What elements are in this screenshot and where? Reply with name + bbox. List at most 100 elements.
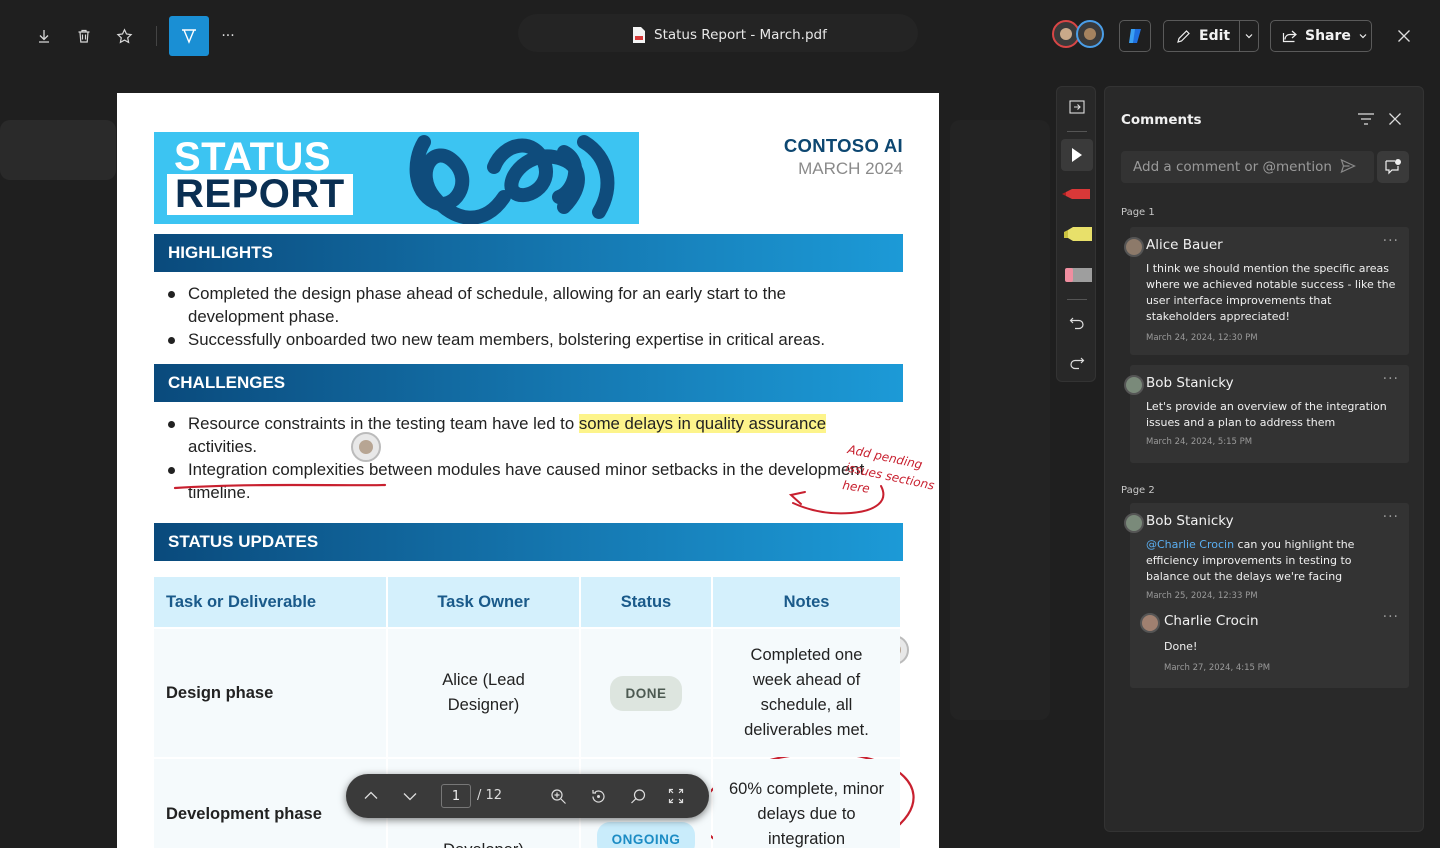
filter-icon <box>1358 113 1374 125</box>
zoom-in-icon <box>550 788 566 804</box>
comment-author: Alice Bauer <box>1146 237 1223 253</box>
reply-text: Done! <box>1164 640 1198 653</box>
page-number-input[interactable]: 1 <box>441 784 471 808</box>
table-header: Notes <box>713 577 900 627</box>
annotation-toolbar <box>1056 86 1096 382</box>
challenges-list: Resource constraints in the testing team… <box>165 412 865 504</box>
table-cell: Alice (Lead Designer) <box>388 629 579 757</box>
rotate-icon <box>591 789 605 803</box>
status-badge: ONGOING <box>596 822 696 848</box>
document-title: Status Report - March.pdf <box>632 26 827 44</box>
search-icon <box>630 788 645 803</box>
share-icon <box>1282 30 1297 43</box>
status-badge: DONE <box>610 675 682 711</box>
list-item: Completed the design phase ahead of sche… <box>165 282 885 328</box>
eraser-icon <box>1065 268 1092 282</box>
redo-icon <box>1070 357 1085 370</box>
redo-button[interactable] <box>1061 347 1093 379</box>
comment-author: Bob Stanicky <box>1146 375 1234 391</box>
page-total: / 12 <box>477 788 503 803</box>
avatar <box>1124 513 1144 533</box>
comment-timestamp: March 24, 2024, 5:15 PM <box>1146 437 1253 447</box>
collapse-panel-button[interactable] <box>1061 91 1093 123</box>
rotate-button[interactable] <box>586 784 610 808</box>
status-updates-header: STATUS UPDATES <box>154 523 903 561</box>
table-header: Task Owner <box>388 577 579 627</box>
new-comment-button[interactable] <box>1377 151 1409 183</box>
send-comment-button[interactable] <box>1340 158 1358 176</box>
pdf-navigation-bar: 1 / 12 <box>346 774 709 818</box>
table-cell: Design phase <box>154 629 386 757</box>
close-comments-button[interactable] <box>1388 111 1408 129</box>
select-tool-button[interactable] <box>1061 139 1093 171</box>
copilot-icon <box>1129 29 1141 43</box>
add-comment-input[interactable]: Add a comment or @mention <box>1121 151 1374 183</box>
comments-title: Comments <box>1121 112 1202 128</box>
undo-button[interactable] <box>1061 307 1093 339</box>
chevron-down-icon <box>1359 34 1367 39</box>
document-title-text: Status Report - March.pdf <box>654 27 827 43</box>
highlighted-text[interactable]: some delays in quality assurance <box>578 414 827 433</box>
comment-more-button[interactable]: ··· <box>1383 509 1399 525</box>
chevron-up-icon <box>364 791 378 799</box>
edit-dropdown-button[interactable] <box>1239 21 1258 51</box>
comment-thread[interactable]: Alice Bauer ··· I think we should mentio… <box>1124 227 1409 355</box>
comment-timestamp: March 24, 2024, 12:30 PM <box>1146 333 1258 343</box>
pencil-icon <box>1177 29 1190 43</box>
table-header: Status <box>581 577 711 627</box>
avatar <box>1124 375 1144 395</box>
comment-thread[interactable]: Bob Stanicky ··· Let's provide an overvi… <box>1124 365 1409 463</box>
download-icon[interactable] <box>28 20 60 52</box>
table-header: Task or Deliverable <box>154 577 386 627</box>
list-item: Successfully onboarded two new team memb… <box>165 328 885 351</box>
top-toolbar: ··· Status Report - March.pdf Edit Share <box>0 0 1440 72</box>
status-updates-title: STATUS UPDATES <box>168 532 319 551</box>
reply-timestamp: March 27, 2024, 4:15 PM <box>1164 663 1271 673</box>
comment-more-button[interactable]: ··· <box>1383 371 1399 387</box>
company-name: CONTOSO AI <box>783 135 903 156</box>
favorite-star-icon[interactable] <box>108 20 140 52</box>
highlights-header: HIGHLIGHTS <box>154 234 903 272</box>
close-icon <box>1398 30 1410 42</box>
close-viewer-button[interactable] <box>1388 20 1420 52</box>
delete-icon[interactable] <box>68 20 100 52</box>
collapse-panel-icon <box>1069 100 1085 114</box>
pdf-file-icon <box>633 27 645 43</box>
more-options-button[interactable]: ··· <box>212 20 244 52</box>
comments-panel: Comments Add a comment or @mention Page … <box>1104 86 1424 832</box>
search-button[interactable] <box>626 784 650 808</box>
highlights-title: HIGHLIGHTS <box>168 243 273 262</box>
comment-marker[interactable] <box>351 432 381 462</box>
comment-text: @Charlie Crocin can you highlight the ef… <box>1146 538 1355 583</box>
report-date: MARCH 2024 <box>798 159 903 178</box>
list-item: Integration complexities between modules… <box>165 458 865 504</box>
comment-more-button[interactable]: ··· <box>1383 233 1399 249</box>
next-page-button[interactable] <box>398 784 422 808</box>
share-button[interactable]: Share <box>1270 20 1372 52</box>
table-cell: DONE <box>581 629 711 757</box>
mention-link[interactable]: @Charlie Crocin <box>1146 538 1234 551</box>
red-pen-tool[interactable] <box>1061 179 1093 211</box>
comment-thread[interactable]: Bob Stanicky ··· @Charlie Crocin can you… <box>1124 503 1409 688</box>
challenges-title: CHALLENGES <box>168 373 286 392</box>
fullscreen-button[interactable] <box>664 784 688 808</box>
edit-button[interactable]: Edit <box>1163 20 1259 52</box>
new-comment-icon <box>1385 159 1401 175</box>
copilot-button[interactable] <box>1119 20 1151 52</box>
highlighter-tool[interactable] <box>1061 219 1093 251</box>
previous-page-button[interactable] <box>359 784 383 808</box>
challenge-text: activities. <box>188 437 258 456</box>
zoom-in-button[interactable] <box>546 784 570 808</box>
close-icon <box>1389 113 1401 125</box>
toolbar-divider <box>1067 299 1087 300</box>
filter-comments-button[interactable] <box>1357 111 1377 129</box>
send-icon <box>1340 158 1356 174</box>
markup-tool-button[interactable] <box>169 16 209 56</box>
avatar[interactable] <box>1076 20 1104 48</box>
comment-timestamp: March 25, 2024, 12:33 PM <box>1146 591 1258 601</box>
eraser-tool[interactable] <box>1061 259 1093 291</box>
list-item: Resource constraints in the testing team… <box>165 412 865 458</box>
reply-more-button[interactable]: ··· <box>1383 609 1399 625</box>
page-2-label: Page 2 <box>1121 485 1155 496</box>
chevron-down-icon <box>403 793 417 801</box>
